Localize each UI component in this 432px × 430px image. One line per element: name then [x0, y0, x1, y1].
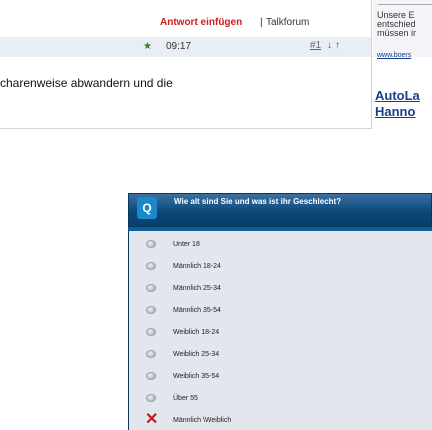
post-text: charenweise abwandern und die [0, 76, 173, 90]
column-divider [371, 0, 372, 128]
post-number-link[interactable]: #1 [310, 40, 321, 51]
poll-radio-male-35-54[interactable] [146, 306, 156, 314]
poll-option-label[interactable]: Männlich 18-24 [173, 263, 221, 270]
arrow-down-icon[interactable]: ↓ [327, 40, 332, 51]
promo-link-line2[interactable]: Hanno [375, 104, 415, 119]
star-icon: ★ [143, 41, 152, 52]
poll-radio-female-25-34[interactable] [146, 350, 156, 358]
poll-option-label[interactable]: Männlich 25-34 [173, 285, 221, 292]
poll-radio-male-18-24[interactable] [146, 262, 156, 270]
poll-option-label[interactable]: Weiblich 35-54 [173, 373, 219, 380]
poll-option-label[interactable]: Unter 18 [173, 241, 200, 248]
talkforum-link[interactable]: Talkforum [266, 17, 309, 28]
poll-radio-female-35-54[interactable] [146, 372, 156, 380]
x-mark-icon[interactable]: ✕ [145, 412, 158, 428]
separator: | [260, 17, 263, 28]
ad-top-border [378, 4, 432, 5]
poll-option-label[interactable]: Über 55 [173, 395, 198, 402]
post-time: 09:17 [166, 41, 192, 52]
ad-link[interactable]: www.boers [377, 52, 411, 59]
poll-option-label[interactable]: Männlich \Weiblich [173, 417, 231, 424]
question-badge-icon: Q [137, 197, 157, 219]
poll-option-label[interactable]: Weiblich 25-34 [173, 351, 219, 358]
poll-question: Wie alt sind Sie und was ist ihr Geschle… [174, 197, 342, 206]
arrow-up-icon[interactable]: ↑ [335, 40, 340, 51]
answer-link[interactable]: Antwort einfügen [160, 17, 242, 28]
poll-radio-under-18[interactable] [146, 240, 156, 248]
poll-radio-over-55[interactable] [146, 394, 156, 402]
poll-option-label[interactable]: Männlich 35-54 [173, 307, 221, 314]
poll-radio-female-18-24[interactable] [146, 328, 156, 336]
ad-text: Unsere E entschied müssen ir [377, 11, 417, 38]
poll-radio-male-25-34[interactable] [146, 284, 156, 292]
poll-option-label[interactable]: Weiblich 18-24 [173, 329, 219, 336]
promo-link-line1[interactable]: AutoLa [375, 88, 420, 103]
content-divider [0, 128, 372, 129]
